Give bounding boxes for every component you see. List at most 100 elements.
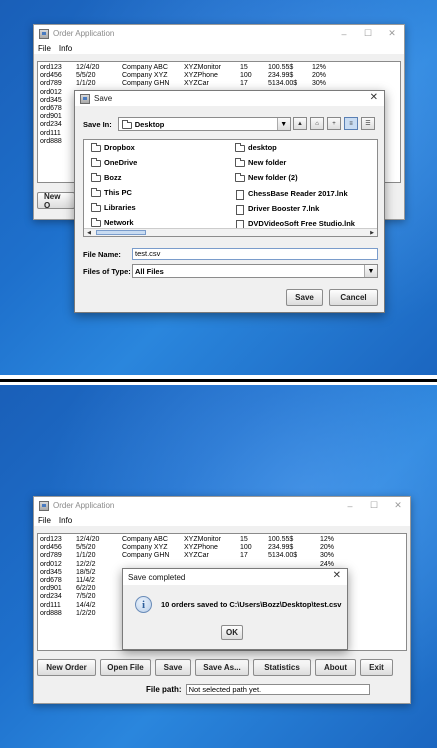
home-folder-icon[interactable]: ⌂: [310, 117, 324, 130]
file-list-item[interactable]: Driver Booster 7.lnk: [232, 203, 319, 215]
file-list-item[interactable]: New folder: [232, 158, 286, 167]
window-titlebar[interactable]: Order Application – ☐ ✕: [34, 25, 404, 42]
file-list-item-label: Network: [104, 218, 134, 227]
table-cell: ord678: [40, 576, 62, 584]
table-cell: 12/4/20: [76, 64, 100, 71]
up-folder-icon[interactable]: ▲: [293, 117, 307, 130]
message-dialog-titlebar[interactable]: Save completed ✕: [123, 569, 347, 585]
table-cell: ord123: [40, 64, 62, 71]
table-row[interactable]: ord789 1/1/20 Company GHN XYZCar 17 5134.00$ 3…: [38, 552, 406, 560]
file-path-row: File path: Not selected path yet.: [146, 684, 370, 695]
file-list-item[interactable]: ChessBase Reader 2017.lnk: [232, 188, 348, 200]
ok-button[interactable]: OK: [221, 625, 243, 640]
table-cell: ord789: [40, 552, 62, 560]
save-as-button[interactable]: Save As...: [195, 659, 249, 676]
table-row[interactable]: ord789 1/1/20 Company GHN XYZCar 17 5134.00$ 3…: [38, 80, 400, 88]
file-list-item-label: Bozz: [104, 173, 122, 182]
scroll-left-icon[interactable]: ◀: [85, 229, 93, 236]
table-cell: 5/5/20: [76, 72, 96, 80]
files-of-type-combo[interactable]: All Files ▼: [132, 264, 378, 278]
file-list-item-label: New folder: [248, 158, 287, 167]
folder-icon: [91, 203, 101, 212]
file-list-item[interactable]: This PC: [88, 188, 132, 197]
file-list-item[interactable]: New folder (2): [232, 173, 298, 182]
close-icon[interactable]: ✕: [386, 497, 410, 514]
table-cell: ord234: [40, 593, 62, 601]
menubar: File Info: [34, 514, 410, 526]
file-list[interactable]: Dropbox OneDrive Bozz This PC Libraries Netwo…: [83, 139, 378, 237]
table-cell: XYZPhone: [184, 72, 218, 80]
scroll-thumb[interactable]: [96, 230, 146, 235]
table-row[interactable]: ord456 5/5/20 Company XYZ XYZPhone 100 234.99…: [38, 544, 406, 552]
file-list-item-label: DVDVideoSoft Free Studio.lnk: [248, 218, 355, 228]
table-cell: ord678: [40, 104, 62, 112]
details-view-icon[interactable]: ☰: [361, 117, 375, 130]
window-titlebar[interactable]: Order Application – ☐ ✕: [34, 497, 410, 514]
table-cell: ord888: [40, 609, 62, 617]
new-order-button[interactable]: New Order: [37, 659, 96, 676]
table-cell: 1/1/20: [76, 80, 96, 88]
menubar: File Info: [34, 42, 404, 54]
save-dialog-titlebar[interactable]: Save ✕: [75, 91, 384, 106]
about-button[interactable]: About: [315, 659, 356, 676]
table-cell: ord901: [40, 113, 62, 121]
table-cell: 15: [240, 64, 248, 71]
menu-info[interactable]: Info: [59, 44, 72, 53]
dialog-save-button[interactable]: Save: [286, 289, 323, 306]
save-in-label: Save In:: [83, 119, 112, 129]
maximize-icon[interactable]: ☐: [362, 497, 386, 514]
horizontal-scrollbar[interactable]: ◀ ▶: [84, 228, 377, 236]
list-view-icon[interactable]: ≡: [344, 117, 358, 130]
save-dialog-title: Save: [94, 94, 113, 103]
menu-info[interactable]: Info: [59, 516, 72, 525]
file-list-item[interactable]: Network: [88, 218, 134, 227]
new-folder-icon[interactable]: +: [327, 117, 341, 130]
scroll-right-icon[interactable]: ▶: [368, 229, 376, 236]
file-list-item[interactable]: DVDVideoSoft Free Studio.lnk: [232, 218, 355, 230]
table-row[interactable]: ord123 12/4/20 Company ABC XYZMonitor 15 100.…: [38, 536, 406, 544]
close-icon[interactable]: ✕: [370, 92, 378, 103]
table-cell: ord888: [40, 137, 62, 145]
file-list-item[interactable]: Libraries: [88, 203, 136, 212]
file-list-item-label: This PC: [104, 188, 132, 197]
menu-file[interactable]: File: [38, 516, 51, 525]
table-cell: 20%: [312, 72, 327, 80]
file-list-item[interactable]: desktop: [232, 143, 277, 152]
open-file-button[interactable]: Open File: [100, 659, 151, 676]
table-cell: 17: [240, 80, 248, 88]
close-icon[interactable]: ✕: [333, 570, 341, 581]
table-row[interactable]: ord123 12/4/20 Company ABC XYZMonitor 15 100.…: [38, 64, 400, 72]
table-cell: ord345: [40, 96, 62, 104]
close-icon[interactable]: ✕: [380, 25, 404, 42]
file-name-input[interactable]: test.csv: [132, 248, 378, 260]
message-dialog-title: Save completed: [128, 572, 186, 582]
table-cell: ord111: [40, 601, 61, 609]
exit-button[interactable]: Exit: [360, 659, 393, 676]
menu-file[interactable]: File: [38, 44, 51, 53]
save-button[interactable]: Save: [155, 659, 191, 676]
table-cell: 5/5/20: [76, 544, 96, 552]
minimize-icon[interactable]: –: [338, 497, 362, 514]
dialog-cancel-button[interactable]: Cancel: [329, 289, 378, 306]
table-cell: 17: [240, 552, 248, 560]
message-text: 10 orders saved to C:\Users\Bozz\Desktop…: [161, 600, 342, 609]
minimize-icon[interactable]: –: [332, 25, 356, 42]
save-in-combo[interactable]: Desktop ▼: [117, 117, 291, 131]
table-cell: 100.55$: [268, 536, 294, 543]
folder-icon: [91, 143, 101, 152]
java-app-icon: [39, 500, 49, 511]
file-list-item[interactable]: Dropbox: [88, 143, 135, 152]
file-list-item[interactable]: OneDrive: [88, 158, 137, 167]
save-completed-dialog: Save completed ✕ i 10 orders saved to C:…: [122, 568, 348, 650]
table-cell: 15: [240, 536, 248, 543]
file-list-item[interactable]: Bozz: [88, 173, 122, 182]
new-order-button[interactable]: New O: [37, 192, 75, 210]
table-cell: Company ABC: [122, 64, 168, 71]
statistics-button[interactable]: Statistics: [253, 659, 311, 676]
maximize-icon[interactable]: ☐: [356, 25, 380, 42]
java-app-icon: [39, 28, 49, 39]
table-row[interactable]: ord456 5/5/20 Company XYZ XYZPhone 100 234.99…: [38, 72, 400, 80]
desktop-background-top: Order Application – ☐ ✕ File Info ord123…: [0, 0, 437, 375]
table-cell: XYZMonitor: [184, 64, 221, 71]
file-list-item-label: New folder (2): [248, 173, 298, 182]
